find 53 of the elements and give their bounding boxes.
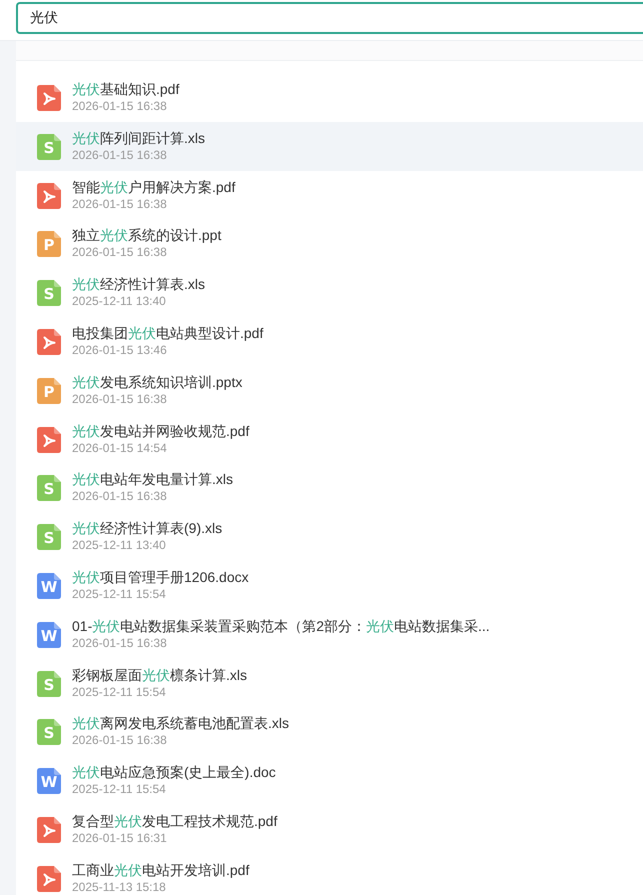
file-date: 2026-01-15 16:38 — [72, 489, 168, 504]
file-date: 2026-01-15 16:38 — [72, 392, 168, 406]
file-name: 光伏项目管理手册1206.docx — [72, 568, 249, 586]
file-date: 2026-01-15 16:38 — [72, 148, 168, 162]
document-file-icon: W — [37, 768, 61, 794]
file-date: 2025-12-11 15:54 — [72, 586, 167, 601]
document-file-icon: W — [37, 622, 61, 648]
presentation-file-icon: P — [37, 378, 61, 404]
document-file-icon: W — [37, 572, 61, 599]
search-field[interactable]: 光伏 — [16, 2, 643, 34]
file-name: 01-光伏电站数据集采装置采购范本（第2部分：光伏电站数据集采... — [72, 616, 490, 635]
pdf-file-icon — [37, 182, 61, 209]
file-name: 复合型光伏发电工程技术规范.pdf — [72, 812, 278, 830]
file-date: 2026-01-15 16:38 — [72, 636, 168, 650]
spreadsheet-file-icon: S — [37, 280, 61, 306]
file-name: 光伏发电系统知识培训.pptx — [72, 372, 242, 391]
file-date: 2025-12-11 13:40 — [72, 294, 167, 308]
file-date: 2026-01-15 14:54 — [72, 440, 168, 455]
pdf-file-icon — [37, 426, 61, 453]
spreadsheet-file-icon: S — [37, 670, 61, 697]
file-date: 2025-12-11 13:40 — [72, 538, 167, 552]
file-name: 光伏经济性计算表(9).xls — [72, 519, 222, 538]
file-name: 光伏离网发电系统蓄电池配置表.xls — [72, 714, 289, 732]
file-name: 光伏经济性计算表.xls — [72, 275, 205, 294]
pdf-file-icon — [37, 866, 61, 892]
file-date: 2025-12-11 15:54 — [72, 782, 167, 796]
file-name: 工商业光伏电站开发培训.pdf — [72, 860, 250, 879]
file-date: 2025-11-13 15:18 — [72, 880, 167, 894]
file-date: 2026-01-15 16:38 — [72, 99, 168, 113]
search-result-item[interactable]: S 光伏阵列间距计算.xls 2026-01-15 16:38 — [16, 122, 643, 171]
file-name: 智能光伏户用解决方案.pdf — [72, 178, 236, 196]
spreadsheet-file-icon: S — [37, 475, 61, 502]
file-name: 光伏电站年发电量计算.xls — [72, 470, 233, 488]
spreadsheet-file-icon: S — [37, 719, 61, 746]
file-name: 光伏电站应急预案(史上最全).doc — [72, 763, 276, 782]
presentation-file-icon: P — [37, 231, 61, 258]
file-date: 2026-01-15 16:38 — [72, 245, 168, 260]
spreadsheet-file-icon: S — [37, 524, 61, 550]
pdf-file-icon — [37, 816, 61, 843]
file-name: 光伏基础知识.pdf — [72, 80, 180, 98]
file-name: 光伏发电站并网验收规范.pdf — [72, 422, 250, 440]
file-name: 光伏阵列间距计算.xls — [72, 128, 205, 147]
file-date: 2025-12-11 15:54 — [72, 684, 167, 699]
file-date: 2026-01-15 13:46 — [72, 342, 168, 357]
file-name: 彩钢板屋面光伏檩条计算.xls — [72, 666, 247, 684]
pdf-file-icon — [37, 85, 61, 111]
file-name: 电投集团光伏电站典型设计.pdf — [72, 324, 264, 342]
file-date: 2026-01-15 16:38 — [72, 196, 168, 211]
spreadsheet-file-icon: S — [37, 134, 61, 160]
pdf-file-icon — [37, 328, 61, 355]
file-date: 2026-01-15 16:38 — [72, 733, 168, 748]
file-date: 2026-01-15 16:31 — [72, 830, 168, 845]
file-name: 独立光伏系统的设计.ppt — [72, 226, 222, 244]
